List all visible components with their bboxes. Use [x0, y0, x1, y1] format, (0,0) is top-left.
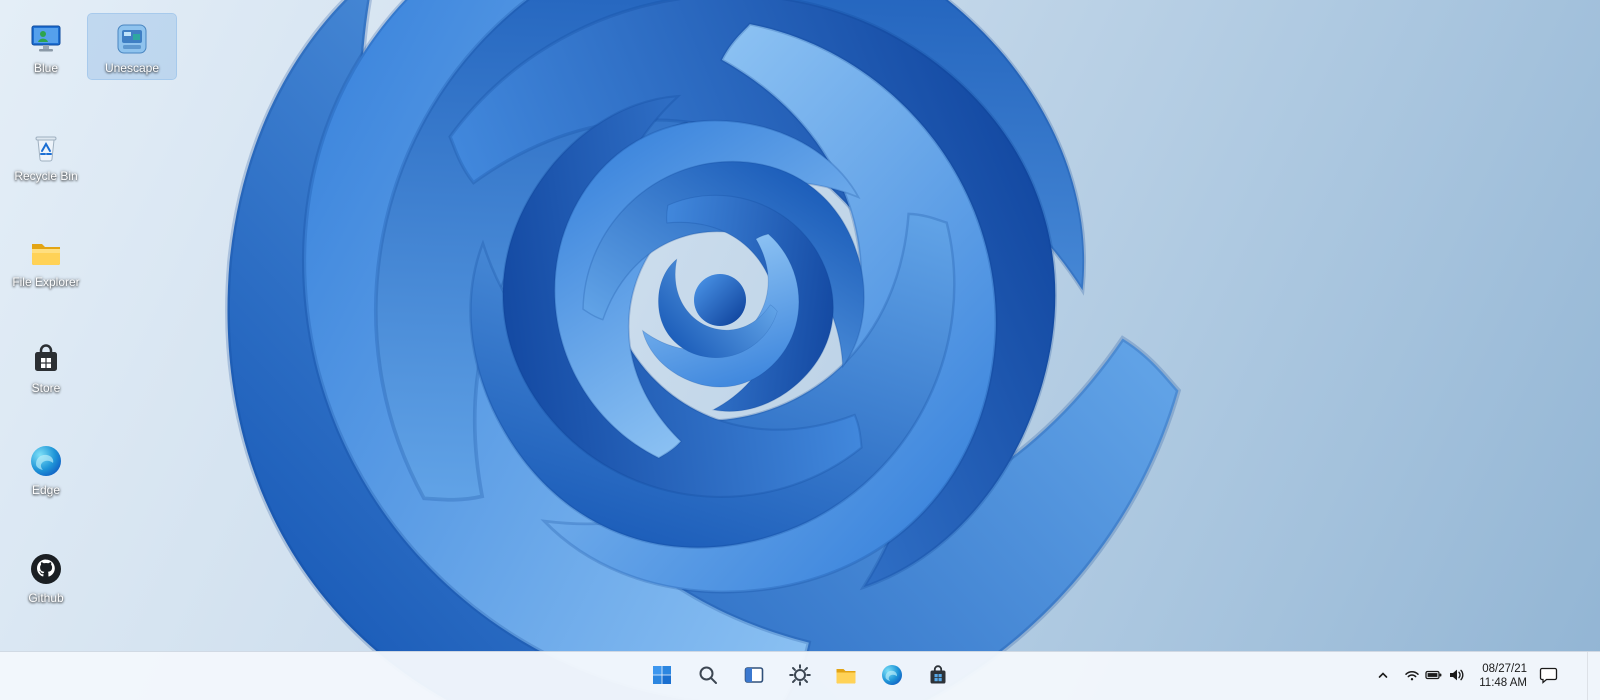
store-icon: [926, 663, 950, 690]
volume-icon: [1448, 667, 1465, 686]
tray-overflow-button[interactable]: [1370, 658, 1396, 694]
start-icon: [650, 663, 674, 690]
desktop-icon-store[interactable]: Store: [2, 334, 90, 399]
chevron-up-icon: [1376, 668, 1390, 685]
blue-monitor-icon: [27, 20, 65, 58]
clock-date: 08/27/21: [1482, 663, 1527, 675]
desktop-icon-label: Store: [31, 381, 61, 395]
settings-gear-icon: [788, 663, 812, 690]
task-view-icon: [742, 663, 766, 690]
task-view-button[interactable]: [734, 656, 774, 696]
clock[interactable]: 08/27/21 11:48 AM: [1473, 662, 1533, 690]
network-icon: [1404, 667, 1420, 686]
desktop-icon-edge[interactable]: Edge: [2, 436, 90, 501]
wallpaper-bloom: [0, 0, 1600, 700]
desktop-icon-github[interactable]: Github: [2, 544, 90, 609]
edge-browser-icon: [27, 442, 65, 480]
desktop-icon-blue[interactable]: Blue: [2, 14, 90, 79]
unescape-app-icon: [113, 20, 151, 58]
file-explorer-icon: [834, 663, 858, 690]
desktop-icon-label: Github: [28, 591, 64, 605]
store-button[interactable]: [918, 656, 958, 696]
taskbar-center-buttons: [642, 652, 958, 700]
search-icon: [696, 663, 720, 690]
clock-time: 11:48 AM: [1479, 677, 1527, 689]
store-bag-icon: [27, 340, 65, 378]
edge-icon: [880, 663, 904, 690]
desktop-icon-label: Recycle Bin: [14, 169, 78, 183]
battery-icon: [1425, 667, 1443, 686]
desktop-icon-file-explorer[interactable]: File Explorer: [2, 228, 90, 293]
recycle-bin-icon: [27, 128, 65, 166]
edge-button[interactable]: [872, 656, 912, 696]
search-button[interactable]: [688, 656, 728, 696]
chat-bubble-icon: [1539, 666, 1558, 687]
show-desktop-button[interactable]: [1587, 652, 1600, 700]
notifications-button[interactable]: [1535, 658, 1562, 694]
desktop: Blue Unescape Recycle Bin File Explorer …: [0, 0, 1600, 700]
tray-status-button[interactable]: [1398, 658, 1471, 694]
desktop-icon-label: Unescape: [104, 61, 160, 75]
file-explorer-button[interactable]: [826, 656, 866, 696]
desktop-icon-recycle-bin[interactable]: Recycle Bin: [2, 122, 90, 187]
start-button[interactable]: [642, 656, 682, 696]
settings-button[interactable]: [780, 656, 820, 696]
desktop-icon-unescape[interactable]: Unescape: [87, 13, 177, 80]
desktop-icon-label: Blue: [33, 61, 59, 75]
desktop-icon-label: File Explorer: [12, 275, 80, 289]
github-icon: [27, 550, 65, 588]
file-explorer-folder-icon: [27, 234, 65, 272]
system-tray: 08/27/21 11:48 AM: [1370, 652, 1562, 700]
desktop-icon-label: Edge: [31, 483, 61, 497]
taskbar: 08/27/21 11:48 AM: [0, 651, 1600, 700]
